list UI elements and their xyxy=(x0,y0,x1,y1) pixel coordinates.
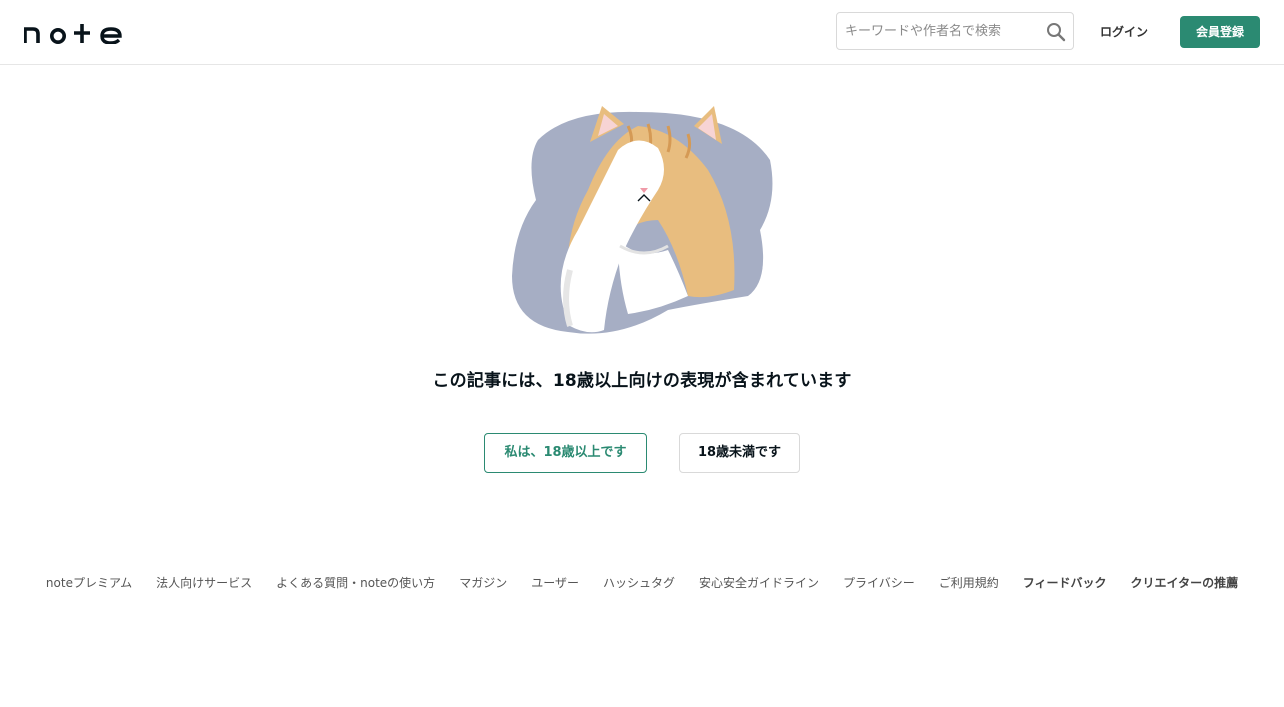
footer-link-feedback[interactable]: フィードバック xyxy=(1023,574,1107,594)
footer-link-privacy[interactable]: プライバシー xyxy=(843,574,915,594)
under-18-button[interactable]: 18歳未満です xyxy=(679,433,800,473)
footer-link-business[interactable]: 法人向けサービス xyxy=(156,574,252,594)
search-icon[interactable] xyxy=(1046,22,1066,42)
site-header: ログイン 会員登録 xyxy=(0,0,1284,65)
footer-link-terms[interactable]: ご利用規約 xyxy=(939,574,999,594)
footer-link-safety-guidelines[interactable]: 安心安全ガイドライン xyxy=(699,574,819,594)
login-link[interactable]: ログイン xyxy=(1090,16,1158,48)
search-input[interactable] xyxy=(845,13,1041,49)
footer-links: noteプレミアム 法人向けサービス よくある質問・noteの使い方 マガジン … xyxy=(0,574,1284,594)
note-logo-icon xyxy=(24,24,122,44)
footer-link-hashtags[interactable]: ハッシュタグ xyxy=(603,574,675,594)
footer-link-users[interactable]: ユーザー xyxy=(531,574,579,594)
signup-button[interactable]: 会員登録 xyxy=(1180,16,1260,48)
footer-link-magazine[interactable]: マガジン xyxy=(459,574,507,594)
cat-covering-eyes-illustration xyxy=(512,106,773,334)
footer-link-note-premium[interactable]: noteプレミアム xyxy=(46,574,132,594)
footer-link-faq[interactable]: よくある質問・noteの使い方 xyxy=(276,574,435,594)
confirm-adult-button[interactable]: 私は、18歳以上です xyxy=(484,433,647,473)
age-restriction-notice: この記事には、18歳以上向けの表現が含まれています xyxy=(432,371,852,391)
footer-link-creator-recommendation[interactable]: クリエイターの推薦 xyxy=(1131,574,1239,594)
search-box xyxy=(836,12,1074,50)
